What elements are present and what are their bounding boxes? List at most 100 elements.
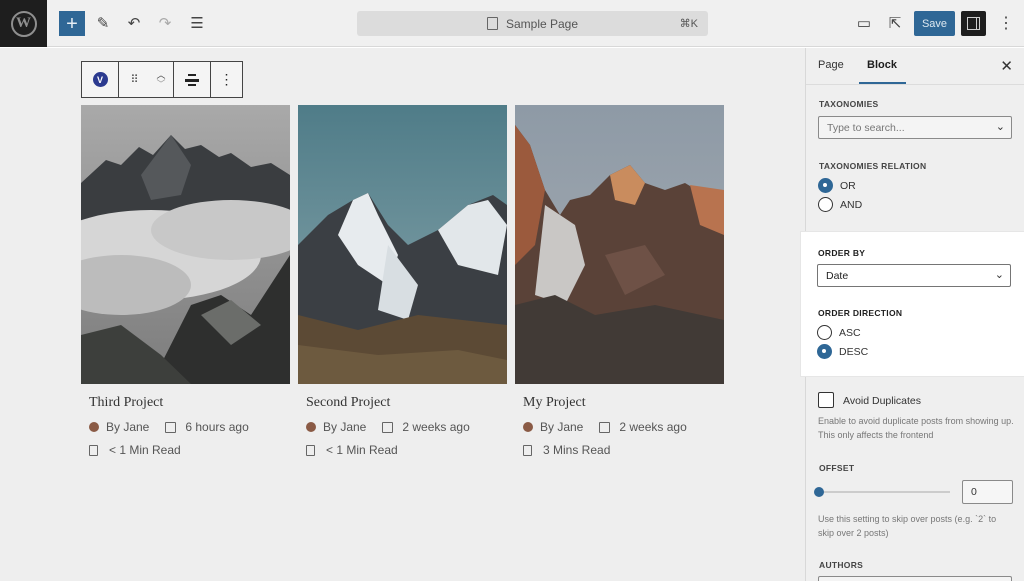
- block-mover[interactable]: ︿ ﹀: [149, 62, 174, 97]
- taxonomies-label: TAXONOMIES: [819, 99, 879, 109]
- post-reading-time-row: < 1 Min Read: [89, 443, 290, 457]
- post-title[interactable]: Third Project: [89, 395, 290, 411]
- taxonomies-relation-label: TAXONOMIES RELATION: [819, 161, 927, 171]
- order-option-asc[interactable]: ASC: [817, 325, 861, 340]
- drag-handle[interactable]: ⠿: [119, 62, 149, 97]
- radio-desc-label: DESC: [839, 345, 869, 358]
- order-direction-label: ORDER DIRECTION: [818, 308, 903, 318]
- align-button[interactable]: [174, 62, 211, 97]
- radio-and-label: AND: [840, 198, 863, 211]
- command-shortcut: ⌘K: [679, 18, 698, 30]
- post-meta: By Jane 2 weeks ago: [523, 420, 724, 434]
- post-card[interactable]: Third Project By Jane 6 hours ago < 1 Mi…: [41, 105, 311, 457]
- order-by-value: Date: [826, 270, 849, 282]
- post-title[interactable]: My Project: [523, 395, 724, 411]
- tab-page[interactable]: Page: [818, 59, 844, 71]
- post-card[interactable]: Second Project By Jane 2 weeks ago < 1 M…: [298, 105, 507, 457]
- wordpress-logo-icon[interactable]: W: [0, 0, 47, 47]
- move-down-icon[interactable]: ﹀: [156, 79, 165, 89]
- document-title: Sample Page: [505, 16, 579, 31]
- authors-label: AUTHORS: [819, 560, 864, 570]
- order-settings-panel: ORDER BY Date ⌄ ORDER DIRECTION ASC DESC: [801, 232, 1024, 376]
- offset-number-input[interactable]: 0: [962, 480, 1013, 504]
- book-icon: [306, 444, 315, 456]
- options-menu-icon[interactable]: ⋮: [995, 12, 1017, 34]
- sidebar-tabs: Page Block ✕: [806, 48, 1024, 85]
- drag-handle-icon: ⠿: [130, 74, 138, 86]
- post-thumbnail: [515, 105, 724, 384]
- taxonomies-search-input[interactable]: Type to search... ⌄: [818, 116, 1012, 139]
- post-card[interactable]: My Project By Jane 2 weeks ago 3 Mins Re…: [515, 105, 724, 457]
- sidebar-icon: [967, 17, 980, 30]
- post-reading-time-row: 3 Mins Read: [523, 443, 724, 457]
- post-author: By Jane: [106, 420, 150, 434]
- authors-select[interactable]: [818, 576, 1012, 581]
- view-page-external-icon[interactable]: ⇱: [884, 12, 906, 34]
- editor-top-bar: W + ✎ ↶ ↷ ☰ Sample Page ⌘K ▭ ⇱ Save ⋮: [0, 0, 1024, 47]
- avoid-duplicates-checkbox[interactable]: [818, 392, 834, 408]
- editor-canvas: V ⠿ ︿ ﹀ ⋮ Third Project By Jane 6 hours …: [0, 48, 805, 581]
- post-thumbnail: [41, 105, 311, 384]
- offset-slider-thumb[interactable]: [814, 487, 824, 497]
- undo-icon[interactable]: ↶: [123, 12, 145, 34]
- redo-icon[interactable]: ↷: [154, 12, 176, 34]
- post-reading-time: < 1 Min Read: [326, 443, 398, 457]
- page-icon: [486, 17, 498, 30]
- block-type-icon: V: [92, 72, 108, 87]
- block-options-button[interactable]: ⋮: [211, 62, 242, 97]
- order-option-desc[interactable]: DESC: [817, 344, 868, 359]
- post-meta: By Jane 6 hours ago: [89, 420, 290, 434]
- post-date: 2 weeks ago: [619, 420, 687, 434]
- preview-desktop-icon[interactable]: ▭: [853, 12, 875, 34]
- tab-block[interactable]: Block: [867, 59, 897, 71]
- calendar-icon: [599, 421, 611, 433]
- post-reading-time: 3 Mins Read: [543, 443, 611, 457]
- pencil-tool-icon[interactable]: ✎: [92, 12, 114, 34]
- order-by-select[interactable]: Date ⌄: [817, 264, 1011, 287]
- relation-option-and[interactable]: AND: [818, 197, 862, 212]
- add-block-button[interactable]: +: [59, 11, 85, 36]
- author-avatar: [306, 422, 316, 432]
- offset-help: Use this setting to skip over posts (e.g…: [818, 514, 997, 538]
- radio-or[interactable]: [818, 178, 833, 193]
- radio-desc[interactable]: [817, 344, 832, 359]
- calendar-icon: [165, 421, 177, 433]
- radio-asc-label: ASC: [839, 326, 861, 339]
- book-icon: [89, 444, 98, 456]
- avoid-duplicates-label: Avoid Duplicates: [843, 395, 922, 407]
- post-author: By Jane: [323, 420, 367, 434]
- close-sidebar-icon[interactable]: ✕: [1000, 57, 1013, 75]
- post-reading-time: < 1 Min Read: [109, 443, 181, 457]
- chevron-down-icon: ⌄: [995, 121, 1005, 133]
- offset-label: OFFSET: [819, 463, 855, 473]
- post-reading-time-row: < 1 Min Read: [306, 443, 507, 457]
- document-title-bar[interactable]: Sample Page ⌘K: [357, 11, 708, 36]
- chevron-down-icon: ⌄: [994, 269, 1004, 281]
- block-toolbar: V ⠿ ︿ ﹀ ⋮: [81, 61, 243, 98]
- more-options-icon: ⋮: [219, 71, 234, 87]
- author-avatar: [89, 422, 99, 432]
- author-avatar: [523, 422, 533, 432]
- post-date: 6 hours ago: [185, 420, 249, 434]
- settings-panel-toggle[interactable]: [961, 11, 986, 36]
- align-center-icon: [185, 73, 199, 86]
- post-author: By Jane: [540, 420, 584, 434]
- save-button[interactable]: Save: [914, 11, 955, 36]
- post-meta: By Jane 2 weeks ago: [306, 420, 507, 434]
- post-date: 2 weeks ago: [402, 420, 470, 434]
- active-tab-indicator: [859, 82, 906, 84]
- order-by-label: ORDER BY: [818, 248, 866, 258]
- offset-slider-track[interactable]: [819, 491, 950, 493]
- block-type-button[interactable]: V: [82, 62, 119, 97]
- relation-option-or[interactable]: OR: [818, 178, 856, 193]
- post-thumbnail: [298, 105, 507, 384]
- taxonomies-placeholder: Type to search...: [827, 122, 905, 134]
- calendar-icon: [382, 421, 394, 433]
- book-icon: [523, 444, 532, 456]
- post-title[interactable]: Second Project: [306, 395, 507, 411]
- radio-or-label: OR: [840, 179, 856, 192]
- list-view-icon[interactable]: ☰: [186, 12, 208, 34]
- radio-asc[interactable]: [817, 325, 832, 340]
- radio-and[interactable]: [818, 197, 833, 212]
- avoid-duplicates-help: Enable to avoid duplicate posts from sho…: [818, 416, 1014, 440]
